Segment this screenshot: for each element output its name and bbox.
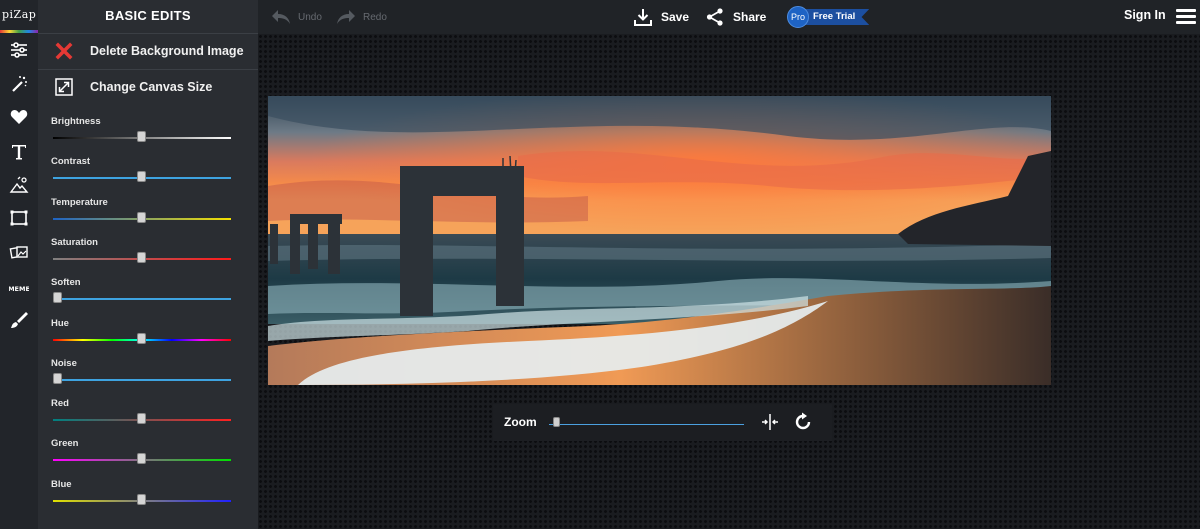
brightness-slider[interactable]: Brightness bbox=[51, 116, 233, 156]
noise-slider-track[interactable] bbox=[53, 378, 231, 381]
zoom-control: Zoom bbox=[493, 404, 832, 441]
delete-background-button[interactable]: Delete Background Image bbox=[38, 33, 258, 68]
top-toolbar: Undo Redo Save Share Pro Free Trial Sign… bbox=[258, 0, 1200, 34]
redo-label: Redo bbox=[363, 11, 387, 23]
share-label: Share bbox=[733, 10, 767, 24]
change-canvas-size-label: Change Canvas Size bbox=[90, 80, 213, 94]
pro-free-trial-badge[interactable]: Pro Free Trial bbox=[787, 6, 870, 28]
delete-background-label: Delete Background Image bbox=[90, 44, 244, 58]
basic-edits-panel: BASIC EDITS Delete Background Image Chan… bbox=[38, 0, 258, 529]
panel-title: BASIC EDITS bbox=[105, 8, 191, 23]
resize-canvas-icon bbox=[55, 78, 73, 96]
sign-in-link[interactable]: Sign In bbox=[1124, 0, 1166, 30]
red-slider-label: Red bbox=[51, 398, 69, 410]
hue-slider-label: Hue bbox=[51, 317, 69, 329]
brightness-slider-label: Brightness bbox=[51, 116, 101, 127]
save-label: Save bbox=[661, 10, 690, 24]
hue-slider[interactable]: Hue bbox=[51, 318, 233, 358]
soften-slider-thumb[interactable] bbox=[53, 292, 62, 304]
saturation-slider-thumb[interactable] bbox=[137, 251, 146, 263]
blue-slider-thumb[interactable] bbox=[137, 493, 146, 505]
app-logo[interactable]: piZap bbox=[2, 8, 36, 21]
adjust-sliders-icon[interactable] bbox=[7, 38, 31, 62]
canvas-workspace: Zoom bbox=[258, 34, 1200, 529]
zoom-slider-track[interactable] bbox=[549, 424, 744, 425]
noise-slider[interactable]: Noise bbox=[51, 358, 233, 398]
fit-to-screen-icon[interactable] bbox=[761, 413, 779, 431]
brightness-slider-thumb[interactable] bbox=[137, 131, 146, 142]
delete-x-icon bbox=[55, 42, 73, 60]
undo-button[interactable]: Undo bbox=[270, 0, 322, 34]
contrast-slider-label: Contrast bbox=[51, 156, 91, 168]
redo-icon bbox=[337, 10, 355, 24]
zoom-slider-thumb[interactable] bbox=[553, 417, 560, 427]
red-slider[interactable]: Red bbox=[51, 398, 233, 438]
meme-icon[interactable]: MEME bbox=[7, 276, 31, 300]
redo-button[interactable]: Redo bbox=[335, 0, 387, 34]
share-icon bbox=[706, 8, 723, 26]
noise-slider-label: Noise bbox=[51, 357, 77, 369]
brush-icon[interactable] bbox=[7, 308, 31, 332]
soften-slider-label: Soften bbox=[51, 277, 81, 289]
contrast-slider-thumb[interactable] bbox=[137, 171, 146, 183]
soften-slider[interactable]: Soften bbox=[51, 277, 233, 317]
noise-slider-thumb[interactable] bbox=[53, 372, 62, 384]
saturation-slider-label: Saturation bbox=[51, 236, 98, 248]
logo-color-bar bbox=[0, 30, 38, 33]
blue-slider[interactable]: Blue bbox=[51, 479, 233, 519]
border-frame-icon[interactable] bbox=[7, 206, 31, 230]
tool-rail: piZap MEME bbox=[0, 0, 38, 529]
free-trial-label: Free Trial bbox=[805, 9, 870, 25]
change-canvas-size-button[interactable]: Change Canvas Size bbox=[38, 69, 258, 104]
green-slider-label: Green bbox=[51, 438, 79, 450]
green-slider[interactable]: Green bbox=[51, 438, 233, 478]
download-icon bbox=[634, 9, 652, 26]
beach-sunset-image bbox=[268, 96, 1051, 385]
saturation-slider[interactable]: Saturation bbox=[51, 237, 233, 277]
soften-slider-track[interactable] bbox=[53, 298, 231, 301]
temperature-slider-thumb[interactable] bbox=[137, 211, 146, 223]
magic-wand-icon[interactable] bbox=[7, 72, 31, 96]
text-icon[interactable] bbox=[7, 140, 31, 164]
green-slider-thumb[interactable] bbox=[137, 453, 146, 465]
contrast-slider[interactable]: Contrast bbox=[51, 156, 233, 196]
rotate-icon[interactable] bbox=[793, 412, 813, 432]
hamburger-menu-icon[interactable] bbox=[1176, 9, 1196, 24]
blue-slider-label: Blue bbox=[51, 478, 72, 490]
undo-label: Undo bbox=[298, 11, 322, 23]
temperature-slider[interactable]: Temperature bbox=[51, 197, 233, 237]
svg-text:MEME: MEME bbox=[9, 285, 29, 293]
hue-slider-thumb[interactable] bbox=[137, 332, 146, 344]
collage-icon[interactable] bbox=[7, 240, 31, 264]
heart-icon[interactable] bbox=[7, 105, 31, 129]
paint-effects-icon[interactable] bbox=[7, 173, 31, 197]
canvas-photo[interactable] bbox=[268, 96, 1051, 385]
temperature-slider-label: Temperature bbox=[51, 196, 108, 208]
save-button[interactable]: Save bbox=[633, 0, 689, 34]
zoom-label: Zoom bbox=[504, 415, 537, 429]
red-slider-thumb[interactable] bbox=[137, 413, 146, 425]
share-button[interactable]: Share bbox=[705, 0, 766, 34]
pro-label: Pro bbox=[787, 6, 809, 28]
undo-icon bbox=[272, 10, 290, 24]
